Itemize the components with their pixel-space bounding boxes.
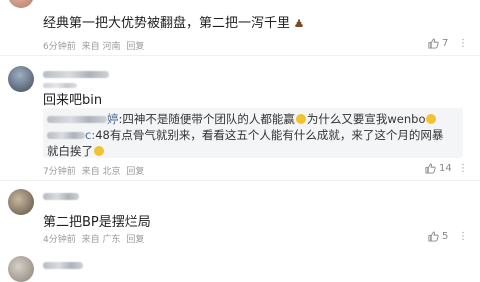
reply-link[interactable]: 回复 — [126, 167, 144, 177]
comment-item: 回来吧bin 婷:四神不是随便带个团队的人都能赢 为什么又要宣我wenbo c:4… — [0, 56, 480, 181]
comment-location: 来自 北京 — [81, 167, 121, 177]
like-count: 7 — [442, 38, 449, 49]
comment-item: 经典第一把大优势被翻盘，第二把一泻千里 6分钟前 来自 河南 回复 7 ⋮ — [0, 0, 480, 56]
more-options-icon[interactable]: ⋮ — [458, 231, 468, 242]
thumb-up-icon — [425, 163, 436, 174]
like-button[interactable]: 7 — [428, 38, 448, 49]
thumb-up-icon — [428, 38, 439, 49]
comment-item — [0, 250, 480, 282]
comment-item: 第二把BP是摆烂局 4分钟前 来自 广东 回复 5 ⋮ — [0, 181, 480, 249]
like-count: 14 — [439, 163, 452, 174]
quoted-reply-line: c:48有点骨气就别来，看看这五个人能有什么成就，来了这个月的网暴 — [47, 127, 443, 143]
avatar[interactable] — [8, 0, 34, 8]
smile-emoji-icon — [426, 114, 437, 124]
grin-emoji-icon — [94, 146, 104, 156]
comment-time: 4分钟前 — [43, 235, 76, 245]
reply-username-blurred — [47, 132, 85, 139]
poop-emoji-icon — [295, 19, 304, 27]
quoted-reply[interactable]: 婷:四神不是随便带个团队的人都能赢 为什么又要宣我wenbo c:48有点骨气就别… — [43, 108, 463, 158]
like-count: 5 — [442, 231, 449, 242]
like-button[interactable]: 5 — [428, 231, 448, 242]
comment-location: 来自 广东 — [81, 235, 121, 245]
quoted-reply-line: 就白挨了 — [47, 143, 105, 159]
avatar[interactable] — [8, 189, 34, 215]
comment-time: 6分钟前 — [43, 42, 76, 52]
user-tag-blurred — [43, 83, 77, 88]
comment-time: 7分钟前 — [43, 167, 76, 177]
comment-text: 回来吧bin — [43, 93, 103, 108]
more-options-icon[interactable]: ⋮ — [458, 38, 468, 49]
username-blurred[interactable] — [43, 71, 109, 78]
username-blurred[interactable] — [43, 193, 79, 200]
avatar[interactable] — [8, 66, 34, 92]
username-blurred[interactable] — [43, 262, 83, 269]
sweat-smile-emoji-icon — [295, 114, 306, 124]
comment-location: 来自 河南 — [81, 42, 121, 52]
comment-meta: 7分钟前 来自 北京 回复 — [43, 164, 144, 177]
reply-link[interactable]: 回复 — [126, 42, 144, 52]
reply-username-blurred — [47, 116, 107, 123]
comment-meta: 4分钟前 来自 广东 回复 — [43, 232, 144, 245]
comment-text: 第二把BP是摆烂局 — [43, 215, 151, 230]
thumb-up-icon — [428, 231, 439, 242]
like-button[interactable]: 14 — [425, 163, 452, 174]
comment-text: 经典第一把大优势被翻盘，第二把一泻千里 — [43, 12, 304, 31]
quoted-reply-line: 婷:四神不是随便带个团队的人都能赢 为什么又要宣我wenbo — [47, 111, 437, 127]
reply-link[interactable]: 回复 — [126, 235, 144, 245]
comment-meta: 6分钟前 来自 河南 回复 — [43, 39, 144, 52]
avatar[interactable] — [8, 256, 34, 282]
more-options-icon[interactable]: ⋮ — [458, 163, 468, 174]
